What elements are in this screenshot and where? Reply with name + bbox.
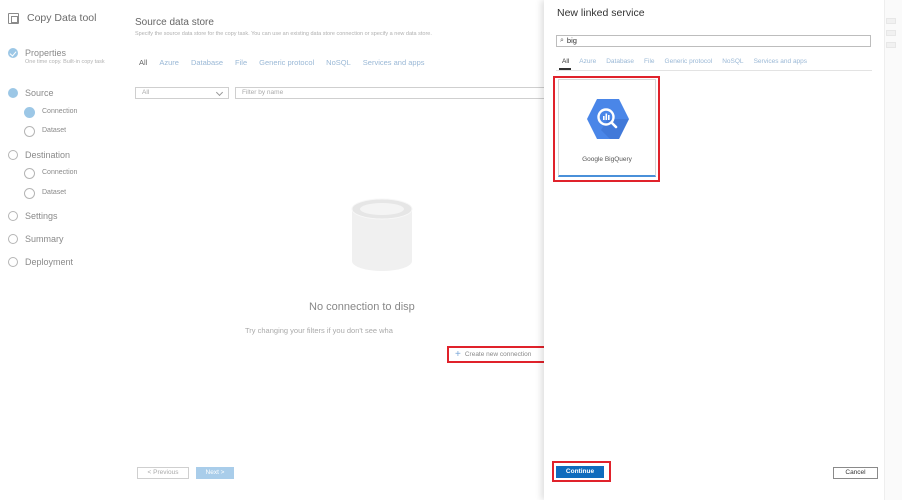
step-deployment[interactable]: Deployment: [8, 256, 73, 268]
active-step-icon: [8, 88, 18, 98]
tab-generic-protocol[interactable]: Generic protocol: [259, 58, 314, 67]
active-substep-icon: [24, 107, 35, 118]
edge-marker: [886, 18, 896, 24]
database-icon: [351, 198, 413, 271]
tab-file[interactable]: File: [235, 58, 247, 67]
previous-button[interactable]: < Previous: [137, 467, 189, 479]
panel-tab-file[interactable]: File: [644, 58, 654, 65]
cancel-button[interactable]: Cancel: [833, 467, 878, 479]
filter-bar: All Filter by name: [135, 87, 555, 99]
step-label: Summary: [25, 234, 64, 244]
step-label: Source: [25, 88, 54, 98]
panel-tab-all[interactable]: All: [562, 58, 569, 65]
substep-source-dataset[interactable]: Dataset: [24, 125, 66, 137]
next-button[interactable]: Next >: [196, 467, 234, 479]
pending-substep-icon: [24, 126, 35, 137]
source-data-store: Source data store Specify the source dat…: [126, 0, 555, 500]
substep-destination-connection[interactable]: Connection: [24, 167, 77, 179]
edge-marker: [886, 30, 896, 36]
step-settings[interactable]: Settings: [8, 210, 58, 222]
empty-state-title: No connection to disp: [309, 301, 415, 313]
page-description: Specify the source data store for the co…: [135, 31, 432, 37]
empty-state-subtitle: Try changing your filters if you don't s…: [245, 326, 393, 335]
panel-tab-azure[interactable]: Azure: [579, 58, 596, 65]
background-edge: [884, 0, 902, 500]
wizard-title: Copy Data tool: [27, 12, 97, 24]
filter-by-name-input[interactable]: Filter by name: [235, 87, 555, 99]
pending-substep-icon: [24, 168, 35, 179]
edge-marker: [886, 42, 896, 48]
substep-destination-dataset[interactable]: Dataset: [24, 187, 66, 199]
wizard-header: Copy Data tool: [8, 12, 96, 24]
create-new-connection-button[interactable]: + Create new connection: [447, 346, 546, 363]
step-label: Properties: [25, 48, 67, 58]
search-icon: ⌕: [560, 37, 564, 44]
step-source[interactable]: Source: [8, 87, 54, 99]
new-linked-service-panel: New linked service ⌕ big All Azure Datab…: [544, 0, 884, 500]
step-destination[interactable]: Destination: [8, 149, 70, 161]
step-description: One time copy. Built-in copy task: [25, 59, 105, 65]
pending-step-icon: [8, 257, 18, 267]
panel-tab-nosql[interactable]: NoSQL: [722, 58, 743, 65]
panel-title: New linked service: [557, 7, 645, 19]
step-properties[interactable]: Properties One time copy. Built-in copy …: [8, 47, 105, 66]
step-label: Deployment: [25, 257, 74, 267]
substep-source-connection[interactable]: Connection: [24, 106, 77, 118]
substep-label: Dataset: [42, 127, 67, 134]
tab-services-and-apps[interactable]: Services and apps: [363, 58, 425, 67]
plus-icon: +: [455, 348, 461, 360]
panel-category-tabs: All Azure Database File Generic protocol…: [562, 58, 807, 65]
search-value: big: [566, 36, 577, 45]
tab-database[interactable]: Database: [191, 58, 223, 67]
connection-type-select[interactable]: All: [135, 87, 229, 99]
step-label: Settings: [25, 211, 58, 221]
substep-label: Dataset: [42, 189, 67, 196]
pending-substep-icon: [24, 188, 35, 199]
panel-tab-database[interactable]: Database: [606, 58, 634, 65]
pending-step-icon: [8, 211, 18, 221]
create-new-connection-label: Create new connection: [464, 351, 532, 358]
connector-tile-google-bigquery[interactable]: Google BigQuery: [558, 79, 656, 177]
continue-button[interactable]: Continue: [556, 466, 604, 478]
tab-nosql[interactable]: NoSQL: [326, 58, 351, 67]
connector-tile-label: Google BigQuery: [582, 156, 632, 163]
page-title: Source data store: [135, 17, 214, 28]
search-input[interactable]: ⌕ big: [556, 35, 871, 47]
panel-tab-generic-protocol[interactable]: Generic protocol: [665, 58, 713, 65]
tabs-divider: [556, 70, 872, 71]
step-summary[interactable]: Summary: [8, 233, 64, 245]
substep-label: Connection: [42, 108, 78, 115]
check-icon: [8, 48, 18, 58]
panel-tab-services-and-apps[interactable]: Services and apps: [754, 58, 807, 65]
tab-all[interactable]: All: [139, 58, 147, 67]
substep-label: Connection: [42, 169, 78, 176]
pending-step-icon: [8, 234, 18, 244]
bigquery-icon: [587, 99, 629, 139]
copy-tool-icon: [8, 12, 19, 24]
wizard-sidebar: Copy Data tool Properties One time copy.…: [0, 0, 126, 500]
step-label: Destination: [25, 150, 71, 160]
category-tabs: All Azure Database File Generic protocol…: [139, 58, 424, 67]
tab-azure[interactable]: Azure: [159, 58, 179, 67]
pending-step-icon: [8, 150, 18, 160]
